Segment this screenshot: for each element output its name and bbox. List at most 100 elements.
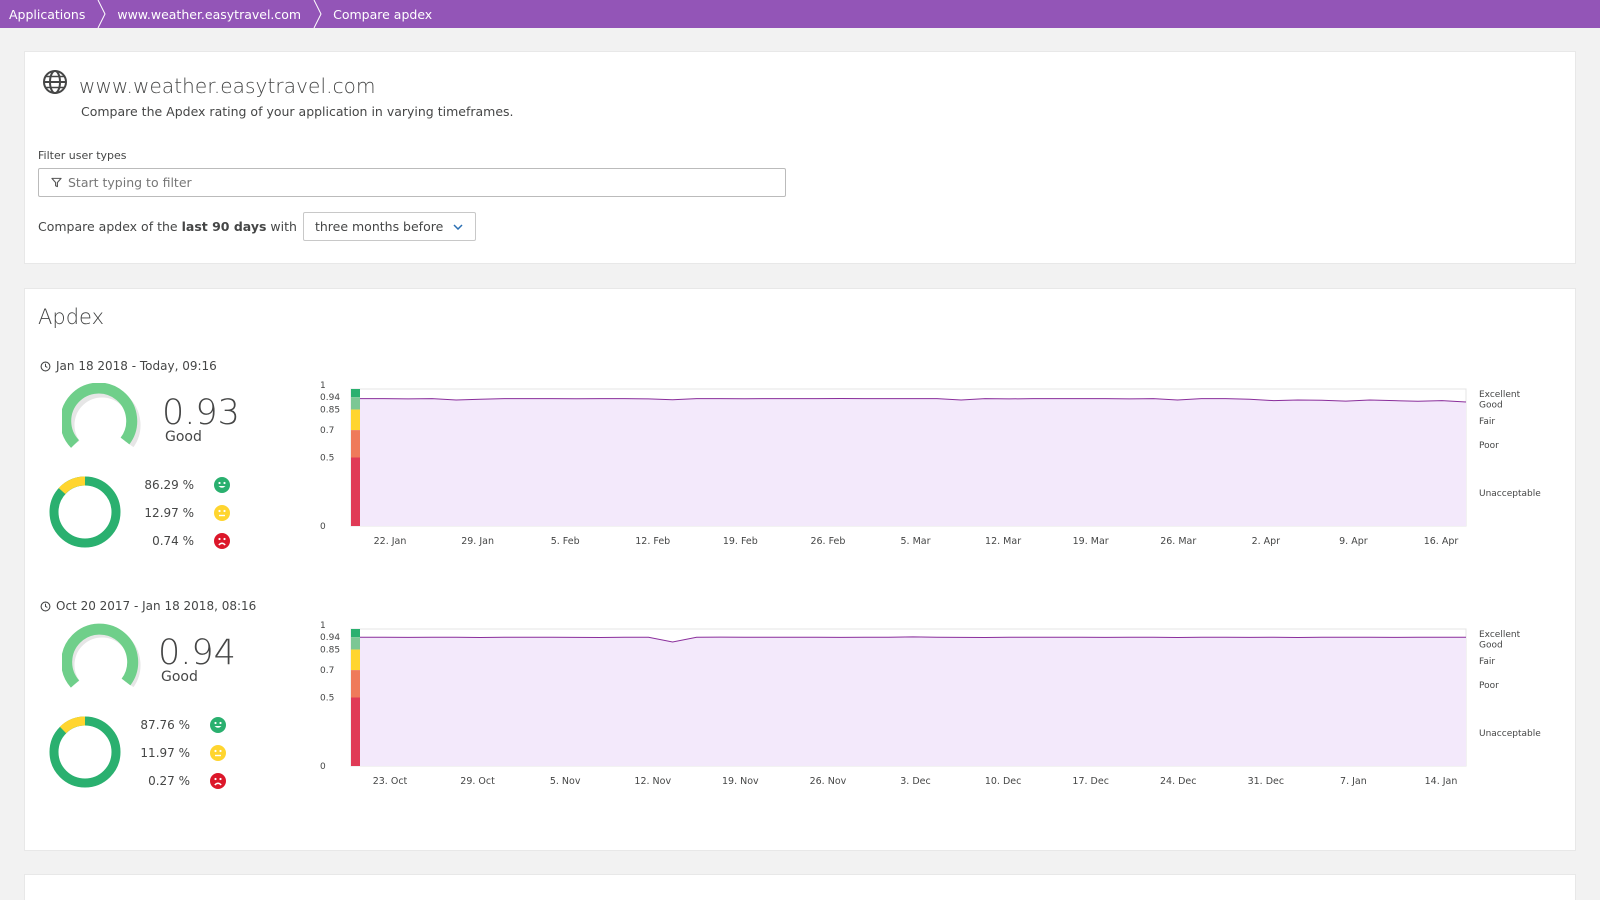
- y-tick-label: 1: [320, 381, 326, 391]
- x-tick-label: 2. Apr: [1252, 536, 1281, 547]
- filter-label: Filter user types: [38, 149, 127, 162]
- tolerating-row: 12.97 %: [138, 505, 230, 521]
- frustrated-percent: 0.27 %: [148, 774, 190, 788]
- section-title: Apdex: [38, 305, 105, 329]
- breadcrumb-applications[interactable]: Applications: [0, 0, 106, 28]
- band-label: Unacceptable: [1479, 729, 1541, 739]
- band-label: Unacceptable: [1479, 489, 1541, 499]
- x-tick-label: 12. Nov: [634, 776, 671, 787]
- apdex-card: Apdex Jan 18 2018 - Today, 09:16 0.93 Go…: [24, 288, 1576, 851]
- apdex-rating: Good: [165, 429, 202, 445]
- band-label: Fair: [1479, 657, 1495, 667]
- breadcrumb-label: Compare apdex: [333, 6, 433, 22]
- user-satisfaction-donut: [49, 716, 121, 788]
- apdex-scale-band: [351, 430, 360, 458]
- apdex-scale-band: [351, 409, 360, 431]
- apdex-period-current: Jan 18 2018 - Today, 09:16 0.93 Good 86.…: [38, 359, 1548, 589]
- next-card: [24, 874, 1576, 900]
- satisfied-face-icon: [214, 477, 230, 493]
- x-tick-label: 19. Nov: [722, 776, 759, 787]
- apdex-scale-band: [351, 637, 360, 650]
- band-label: Excellent: [1479, 390, 1521, 400]
- apdex-scale-band: [351, 670, 360, 698]
- y-tick-label: 0: [320, 522, 326, 532]
- apdex-area: [360, 636, 1466, 766]
- filter-field[interactable]: [38, 168, 786, 197]
- dropdown-value: three months before: [314, 219, 444, 234]
- clock-icon: [40, 601, 51, 611]
- x-tick-label: 19. Feb: [723, 536, 758, 547]
- tolerating-row: 11.97 %: [134, 745, 226, 761]
- satisfied-face-icon: [210, 717, 226, 733]
- x-tick-label: 5. Mar: [900, 536, 930, 547]
- y-tick-label: 0.7: [320, 666, 334, 676]
- band-label: Poor: [1479, 681, 1499, 691]
- frustrated-row: 0.27 %: [134, 773, 226, 789]
- frustrated-row: 0.74 %: [138, 533, 230, 549]
- period-range: Oct 20 2017 - Jan 18 2018, 08:16: [40, 599, 256, 613]
- y-tick-label: 0.5: [320, 694, 334, 704]
- x-tick-label: 31. Dec: [1248, 776, 1285, 787]
- x-tick-label: 17. Dec: [1072, 776, 1109, 787]
- x-tick-label: 22. Jan: [374, 536, 407, 547]
- satisfied-row: 87.76 %: [134, 717, 226, 733]
- apdex-score: 0.94: [158, 633, 236, 673]
- apdex-scale-band: [351, 389, 360, 398]
- frustrated-face-icon: [210, 773, 226, 789]
- x-tick-label: 14. Jan: [1425, 776, 1458, 787]
- chevron-down-icon: [453, 223, 463, 230]
- apdex-scale-band: [351, 697, 360, 766]
- clock-icon: [40, 361, 51, 371]
- x-tick-label: 29. Jan: [461, 536, 494, 547]
- y-tick-label: 0.94: [320, 633, 340, 643]
- compare-with: with: [270, 219, 297, 234]
- band-label: Good: [1479, 640, 1503, 650]
- satisfied-row: 86.29 %: [138, 477, 230, 493]
- page-title: www.weather.easytravel.com: [79, 74, 376, 98]
- apdex-area: [360, 398, 1466, 526]
- band-label: Fair: [1479, 417, 1495, 427]
- satisfied-percent: 87.76 %: [140, 718, 190, 732]
- breadcrumb-separator-icon: [313, 0, 323, 28]
- band-label: Good: [1479, 400, 1503, 410]
- x-tick-label: 26. Mar: [1160, 536, 1196, 547]
- frustrated-percent: 0.74 %: [152, 534, 194, 548]
- breadcrumb-compare-apdex[interactable]: Compare apdex: [315, 0, 446, 28]
- x-tick-label: 12. Feb: [635, 536, 670, 547]
- compare-prefix: Compare apdex of the: [38, 219, 178, 234]
- x-tick-label: 23. Oct: [373, 776, 408, 787]
- breadcrumb-label: Applications: [9, 6, 86, 22]
- apdex-scale-band: [351, 457, 360, 526]
- x-tick-label: 26. Feb: [810, 536, 845, 547]
- compare-timeframe: last 90 days: [181, 219, 267, 234]
- frustrated-face-icon: [214, 533, 230, 549]
- apdex-scale-band: [351, 649, 360, 671]
- y-tick-label: 0.85: [320, 406, 340, 416]
- user-satisfaction-donut: [49, 476, 121, 548]
- y-tick-label: 0.7: [320, 426, 334, 436]
- breadcrumb-application[interactable]: www.weather.easytravel.com: [99, 0, 322, 28]
- apdex-gauge: [62, 383, 141, 448]
- compare-row: Compare apdex of the last 90 days with t…: [38, 212, 477, 241]
- globe-icon: [41, 68, 69, 96]
- x-tick-label: 26. Nov: [810, 776, 847, 787]
- x-tick-label: 3. Dec: [900, 776, 930, 787]
- app-header-card: www.weather.easytravel.com Compare the A…: [24, 51, 1576, 264]
- band-label: Excellent: [1479, 630, 1521, 640]
- filter-input[interactable]: [68, 175, 748, 190]
- apdex-scale-band: [351, 397, 360, 410]
- apdex-rating: Good: [161, 669, 198, 685]
- x-tick-label: 5. Nov: [550, 776, 581, 787]
- filter-icon: [51, 177, 62, 188]
- compare-timeframe-dropdown[interactable]: three months before: [302, 212, 477, 241]
- period-range: Jan 18 2018 - Today, 09:16: [40, 359, 217, 373]
- y-tick-label: 0: [320, 762, 326, 772]
- x-tick-label: 24. Dec: [1160, 776, 1197, 787]
- band-label: Poor: [1479, 441, 1499, 451]
- breadcrumb-separator-icon: [97, 0, 107, 28]
- x-tick-label: 16. Apr: [1424, 536, 1459, 547]
- tolerating-face-icon: [214, 505, 230, 521]
- tolerating-percent: 12.97 %: [144, 506, 194, 520]
- apdex-chart-current: 1 0.94 0.85 0.7 0.5 0 ExcellentGood Fair Poor Una…: [320, 381, 1541, 547]
- apdex-score: 0.93: [162, 393, 240, 433]
